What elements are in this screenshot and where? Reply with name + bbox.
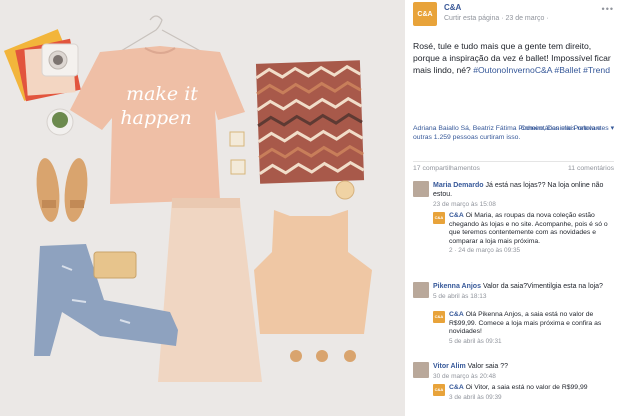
reply-author[interactable]: C&A	[449, 212, 464, 219]
bow-2	[316, 350, 328, 362]
page-name-link[interactable]: C&A	[444, 3, 461, 12]
shirt-print-line-1: make it	[126, 83, 198, 105]
comment-text: Valor da saia?Vimentilgia esta na loja?	[482, 283, 603, 290]
plant-icon	[52, 112, 68, 128]
gold-pouch	[93, 251, 137, 279]
comment-author[interactable]: Pikenna Anjos	[433, 283, 481, 290]
post-panel: C&A C&A Curtir esta página · 23 de março…	[405, 0, 620, 416]
candle-1	[229, 131, 245, 147]
avatar[interactable]: C&A	[433, 384, 445, 396]
comment-reply: C&A C&A Olá Pikenna Anjos, a saia está n…	[433, 311, 616, 346]
reply-text: Olá Pikenna Anjos, a saia está no valor …	[449, 311, 602, 336]
post-meta[interactable]: Curtir esta página · 23 de março ·	[444, 15, 549, 22]
reply-text: Oi Maria, as roupas da nova coleção estã…	[449, 212, 608, 245]
comment-author[interactable]: Maria Demardo	[433, 182, 484, 189]
bow-1	[290, 350, 302, 362]
page-avatar[interactable]: C&A	[413, 2, 437, 26]
candle-2	[230, 159, 246, 175]
more-options-icon[interactable]: •••	[602, 4, 614, 14]
reply-time[interactable]: 2 · 24 de março às 09:35	[449, 247, 616, 256]
avatar[interactable]: C&A	[433, 311, 445, 323]
comment-author[interactable]: Vitor Alim	[433, 363, 466, 370]
avatar[interactable]: C&A	[433, 212, 445, 224]
shirt-print-line-2: happen	[120, 107, 191, 129]
comment-item: Vitor Alim Valor saia ?? 30 de março às …	[413, 362, 616, 381]
comment-time[interactable]: 5 de abril às 18:13	[433, 292, 616, 301]
comment-sort-dropdown[interactable]: Comentários mais relevantes ▾	[521, 124, 614, 133]
comment-reply: C&A C&A Oi Maria, as roupas da nova cole…	[433, 212, 616, 256]
flatlay-illustration: make it happen	[0, 0, 405, 416]
reply-author[interactable]: C&A	[449, 384, 464, 391]
instant-camera	[41, 43, 79, 77]
avatar[interactable]	[413, 181, 429, 197]
comment-time[interactable]: 30 de março às 20:48	[433, 372, 616, 381]
shares-count[interactable]: 17 compartilhamentos	[413, 165, 480, 172]
comment-time[interactable]: 23 de março às 15:08	[433, 200, 616, 209]
post-photo[interactable]: make it happen	[0, 0, 405, 416]
engagement-counts: 17 compartilhamentos 11 comentários	[413, 161, 614, 172]
post-header: C&A C&A Curtir esta página · 23 de março…	[413, 2, 614, 26]
avatar[interactable]	[413, 362, 429, 378]
comment-item: Pikenna Anjos Valor da saia?Vimentilgia …	[413, 282, 616, 301]
likes-summary[interactable]: Adriana Baiallo Sá, Beatriz Fátima Pinhe…	[413, 124, 614, 142]
caption-hashtags[interactable]: #OutonoInvernoC&A #Ballet #Trend	[473, 65, 610, 75]
avatar[interactable]	[413, 282, 429, 298]
candle-3	[335, 180, 355, 200]
reply-time[interactable]: 3 de abril às 09:39	[449, 394, 616, 403]
reply-time[interactable]: 5 de abril às 09:31	[449, 338, 616, 347]
post-caption: Rosé, tule e tudo mais que a gente tem d…	[413, 40, 611, 76]
comment-item: Maria Demardo Já está nas lojas?? Na loj…	[413, 181, 616, 209]
comment-reply: C&A C&A Oi Vitor, a saia está no valor d…	[433, 384, 616, 402]
chevron-top	[255, 60, 365, 184]
reply-author[interactable]: C&A	[449, 311, 464, 318]
comments-count[interactable]: 11 comentários	[568, 165, 614, 172]
bow-3	[344, 350, 356, 362]
reply-text: Oi Vitor, a saia está no valor de R$99,9…	[465, 384, 588, 391]
comment-text: Valor saia ??	[467, 363, 508, 370]
